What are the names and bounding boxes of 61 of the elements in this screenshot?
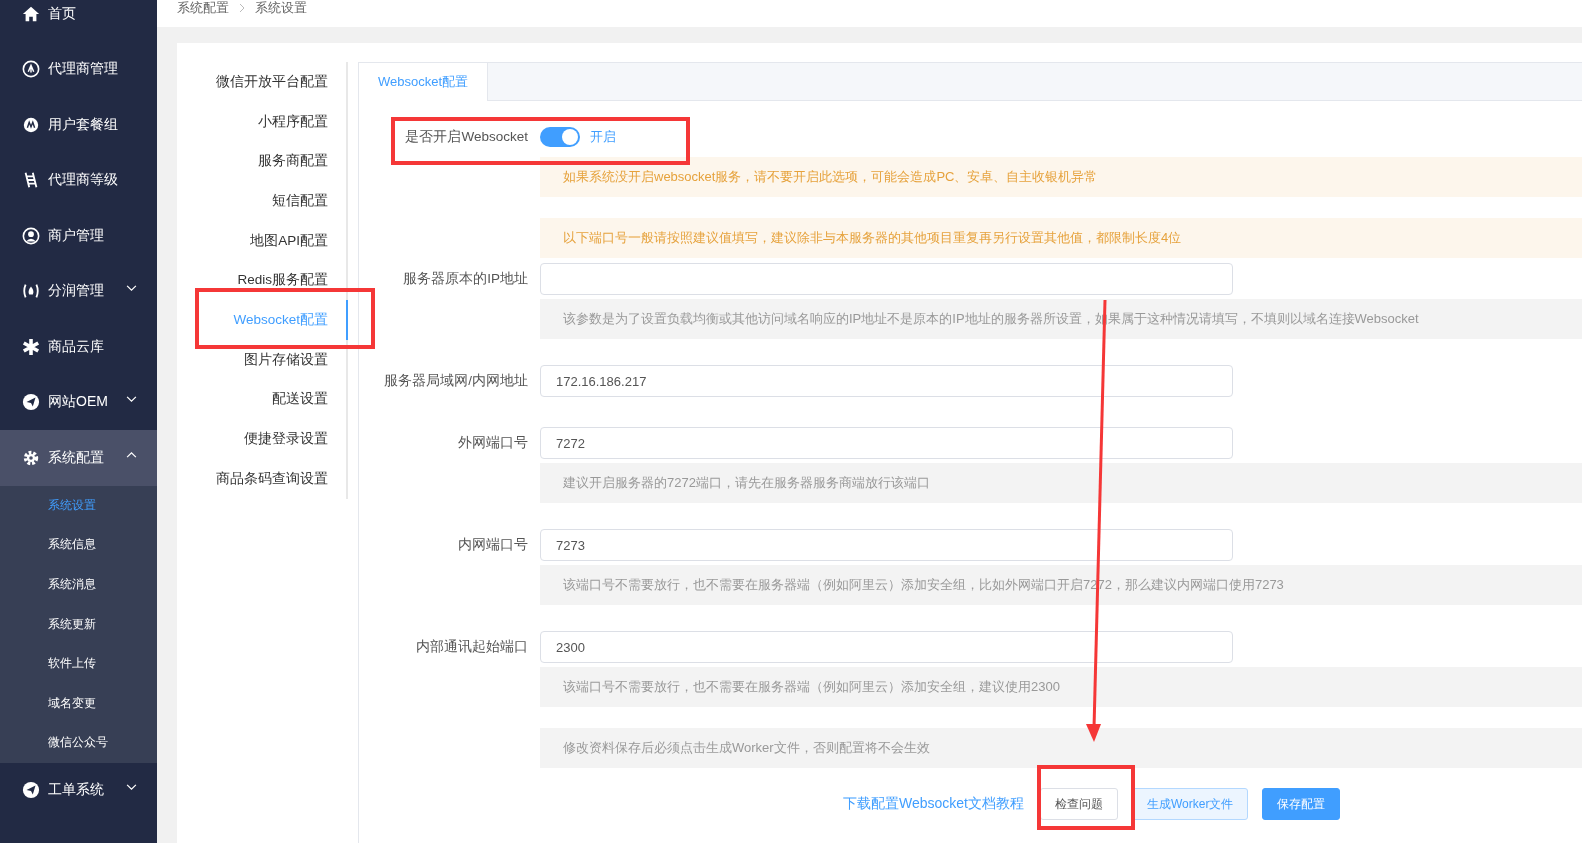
submenu-item[interactable]: 系统消息	[0, 564, 157, 605]
user-icon	[22, 226, 40, 245]
submenu-item[interactable]: 系统设置	[0, 485, 157, 526]
chevron-up-icon	[126, 451, 137, 459]
submenu-item[interactable]: 系统信息	[0, 525, 157, 565]
settings-menu-item[interactable]: 短信配置	[177, 181, 348, 221]
input-field[interactable]: 172.16.186.217	[540, 365, 1233, 397]
submenu-item[interactable]: 域名变更	[0, 683, 157, 724]
sidebar-item[interactable]: 代理商等级	[0, 152, 157, 208]
input-field[interactable]	[540, 263, 1233, 295]
sidebar-item[interactable]: 首页	[0, 0, 157, 42]
sidebar-item[interactable]: 用户套餐组	[0, 97, 157, 153]
sidebar-item[interactable]: 分润管理	[0, 263, 157, 319]
send-icon	[22, 393, 40, 412]
hint-text: 修改资料保存后必须点击生成Worker文件，否则配置将不会生效	[540, 728, 1582, 768]
settings-menu-item[interactable]: 小程序配置	[177, 101, 348, 142]
field-label: 内部通讯起始端口	[415, 638, 529, 656]
field-label: 内网端口号	[457, 536, 529, 554]
settings-menu-item[interactable]: 微信开放平台配置	[177, 62, 348, 102]
settings-menu-item[interactable]: Redis服务配置	[177, 260, 348, 301]
settings-menu-item[interactable]: 配送设置	[177, 379, 348, 420]
input-field[interactable]: 7272	[540, 427, 1233, 459]
field-label: 外网端口号	[457, 434, 529, 452]
input-field[interactable]: 7273	[540, 529, 1233, 561]
asterisk-icon	[22, 337, 40, 356]
chevron-down-icon	[126, 395, 137, 403]
submenu-item[interactable]: 微信公众号	[0, 723, 157, 763]
action-button[interactable]: 检查问题	[1040, 788, 1118, 820]
switch-state-text: 开启	[590, 128, 616, 146]
sidebar-item[interactable]: 网站OEM	[0, 374, 157, 430]
settings-menu-item[interactable]: 便捷登录设置	[177, 419, 348, 459]
hint-text: 建议开启服务器的7272端口，请先在服务器服务商端放行该端口	[540, 463, 1582, 503]
send-icon	[22, 781, 40, 800]
submenu-item[interactable]: 软件上传	[0, 643, 157, 684]
chevron-down-icon	[126, 783, 137, 791]
warning-notice: 以下端口号一般请按照建议值填写，建议除非与本服务器的其他项目重复再另行设置其他值，都限制长度4位	[540, 218, 1582, 258]
field-label: 服务器原本的IP地址	[402, 270, 529, 288]
home-icon	[22, 4, 40, 23]
settings-menu-item[interactable]: 图片存储设置	[177, 339, 348, 380]
settings-menu-item[interactable]: 地图API配置	[177, 220, 348, 261]
sidebar-item[interactable]: 商品云库	[0, 319, 157, 375]
sidebar-item[interactable]: 代理商管理	[0, 41, 157, 97]
settings-menu-item[interactable]: 商品条码查询设置	[177, 458, 348, 499]
field-label: 是否开启Websocket	[404, 128, 529, 146]
settings-menu-item[interactable]: 服务商配置	[177, 141, 348, 182]
sidebar-item[interactable]: 工单系统	[0, 762, 157, 819]
chevron-right-icon	[239, 3, 245, 13]
breadcrumb-item[interactable]: 系统配置	[177, 0, 229, 16]
hint-text: 该端口号不需要放行，也不需要在服务器端（例如阿里云）添加安全组，建议使用2300	[540, 667, 1582, 707]
gear-icon	[22, 448, 40, 467]
submenu-item[interactable]: 系统更新	[0, 604, 157, 644]
sidebar-item[interactable]: 系统配置	[0, 430, 157, 486]
badge-icon	[22, 115, 40, 134]
toggle-switch[interactable]	[540, 127, 580, 147]
sidebar-item[interactable]: 商户管理	[0, 208, 157, 264]
chevron-down-icon	[126, 284, 137, 292]
warning-notice: 如果系统没开启websocket服务，请不要开启此选项，可能会造成PC、安卓、自主收银机异常	[540, 157, 1582, 197]
breadcrumb-item[interactable]: 系统设置	[255, 0, 307, 16]
field-label: 服务器局域网/内网地址	[383, 372, 529, 390]
ladder-icon	[22, 171, 40, 190]
input-field[interactable]: 2300	[540, 631, 1233, 663]
